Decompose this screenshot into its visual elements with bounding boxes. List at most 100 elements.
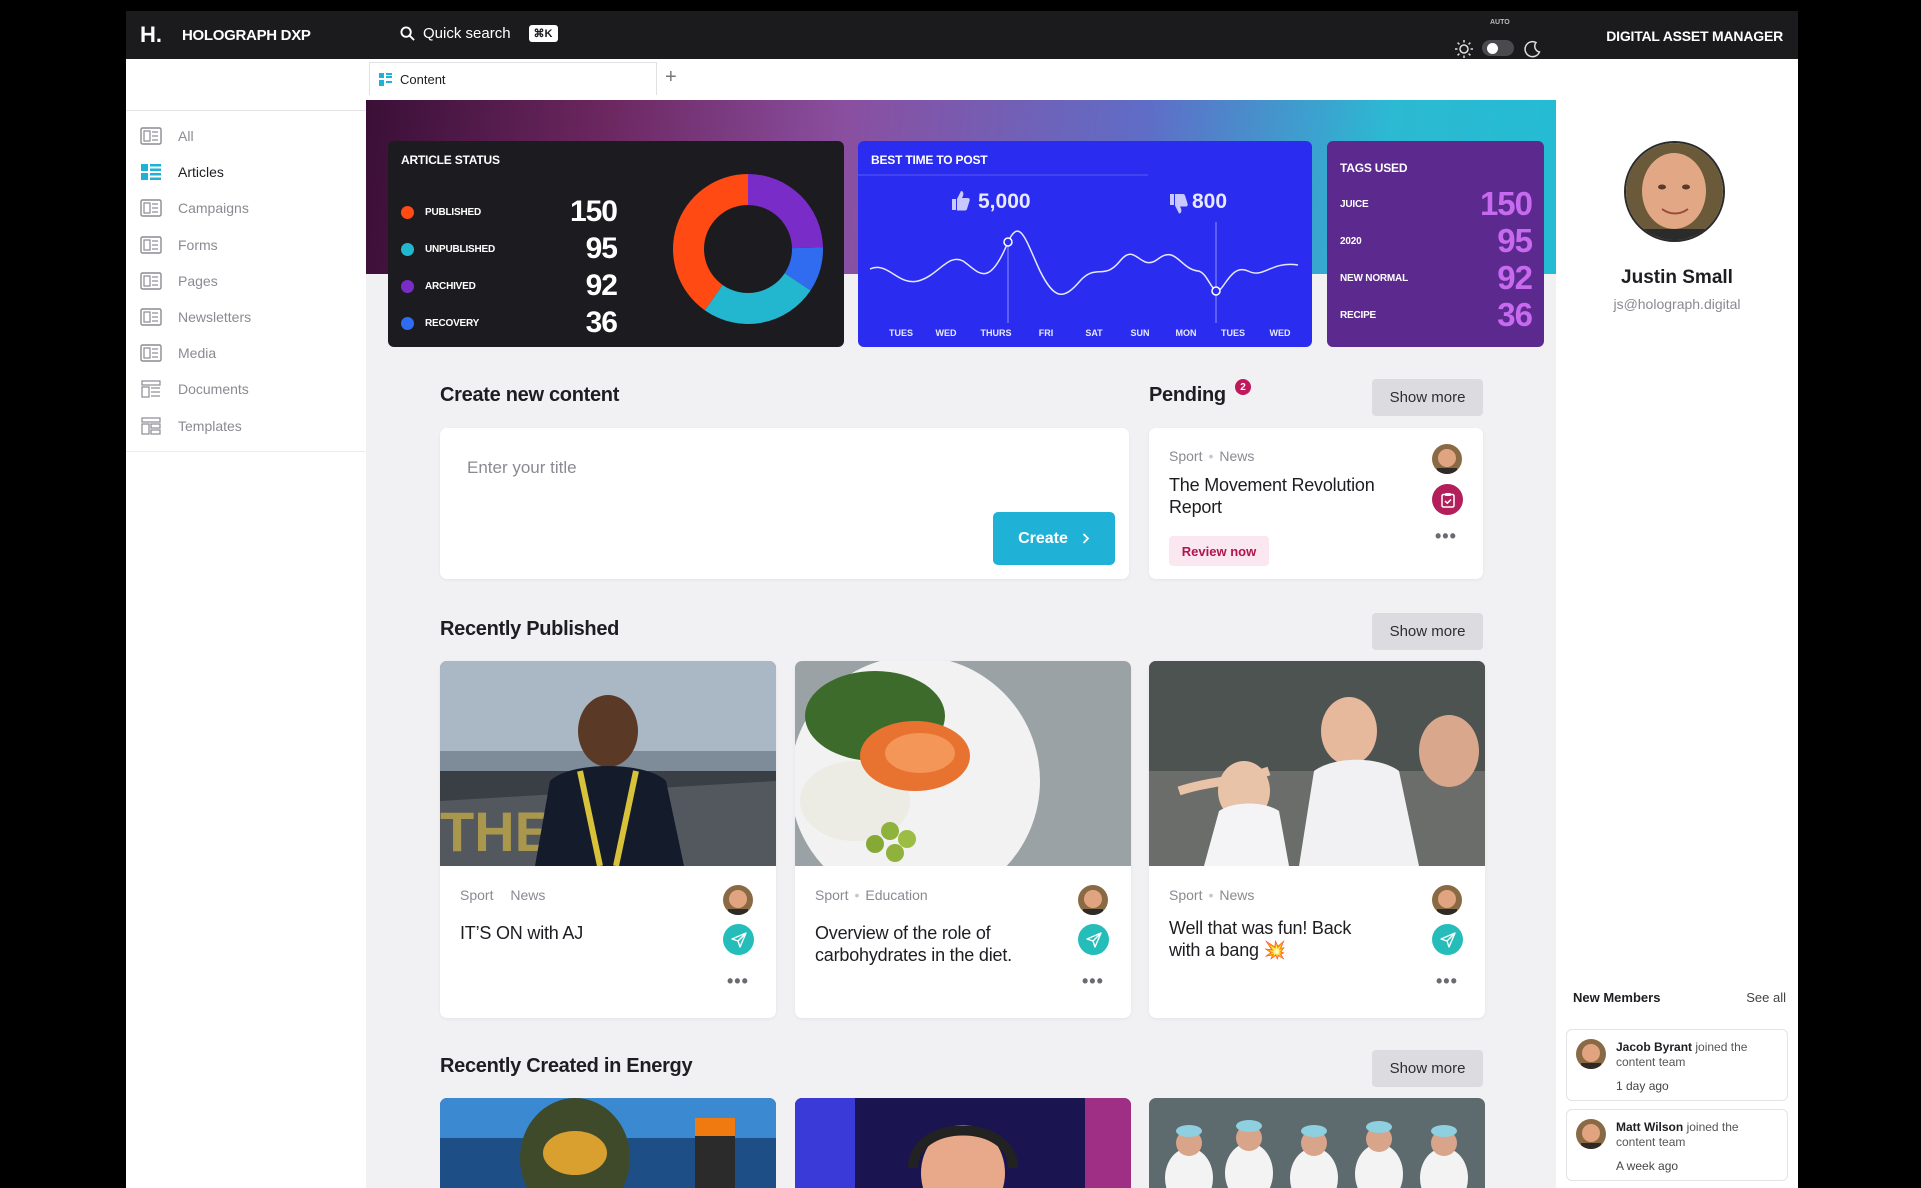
member-item[interactable]: Matt Wilson joined the content team A we… <box>1566 1109 1788 1181</box>
day-label: THURS <box>981 328 1012 338</box>
tag-label: JUICE <box>1340 198 1369 210</box>
more-options-icon[interactable]: ••• <box>1436 971 1458 992</box>
recently-published-show-more-button[interactable]: Show more <box>1372 613 1483 650</box>
more-options-icon[interactable]: ••• <box>1082 971 1104 992</box>
add-tab-button[interactable]: + <box>665 66 677 89</box>
member-avatar <box>1576 1119 1606 1149</box>
energy-card[interactable] <box>795 1098 1131 1188</box>
status-color-dot <box>401 279 414 293</box>
card-category: Sport <box>460 887 494 903</box>
create-button[interactable]: Create <box>993 512 1115 565</box>
moon-icon <box>1524 40 1541 58</box>
donut-slice-unpublished <box>704 273 811 324</box>
recently-created-heading: Recently Created in Energy <box>440 1055 693 1077</box>
sidebar-item-forms[interactable]: Forms <box>140 235 218 254</box>
card-category: Sport <box>1169 887 1203 903</box>
day-label: TUES <box>889 328 913 338</box>
new-members-title: New Members <box>1573 990 1661 1005</box>
published-card[interactable]: THE Sport•News IT’S ON with AJ ••• <box>440 661 776 1018</box>
energy-image-game-drink <box>440 1098 776 1188</box>
publish-send-button[interactable] <box>723 924 754 955</box>
theme-switch[interactable]: AUTO <box>1452 19 1552 58</box>
status-value: 36 <box>585 306 618 339</box>
create-button-label: Create <box>1018 529 1068 547</box>
sidebar-item-label: Pages <box>178 272 218 289</box>
search-icon <box>400 26 415 41</box>
day-label: MON <box>1176 328 1197 338</box>
sidebar-item-newsletters[interactable]: Newsletters <box>140 308 251 326</box>
sidebar-item-label: Newsletters <box>178 309 252 325</box>
sidebar-item-articles[interactable]: Articles <box>140 163 224 181</box>
publish-send-button[interactable] <box>1078 924 1109 955</box>
thumbs-up-icon <box>952 191 970 211</box>
status-label: ARCHIVED <box>425 280 476 292</box>
publish-send-button[interactable] <box>1432 924 1463 955</box>
sidebar-item-pages[interactable]: Pages <box>140 272 218 290</box>
pending-item-tag: News <box>1219 448 1255 464</box>
tab-content[interactable]: Content <box>369 62 657 95</box>
card-title: Well that was fun! Back with a bang 💥 <box>1169 918 1352 960</box>
title-input[interactable] <box>467 458 967 478</box>
pending-item-title: The Movement Revolution Report <box>1169 475 1375 517</box>
create-content-panel: Create <box>440 428 1129 579</box>
list-box-icon <box>140 127 162 145</box>
tag-value: 150 <box>1479 185 1533 222</box>
theme-auto-label: AUTO <box>1490 19 1510 26</box>
thumbs-down-icon <box>1170 194 1188 214</box>
published-card[interactable]: Sport • Education Overview of the role of … <box>795 661 1131 1018</box>
card-meta: Sport•News <box>460 887 545 903</box>
published-card[interactable]: Sport • News Well that was fun! Back with … <box>1149 661 1485 1018</box>
status-label: RECOVERY <box>425 317 480 329</box>
pending-show-more-button[interactable]: Show more <box>1372 379 1483 416</box>
recently-published-heading: Recently Published <box>440 618 620 640</box>
list-box-icon <box>140 308 162 326</box>
review-clipboard-button[interactable] <box>1432 484 1463 515</box>
tags-used-card: TAGS USED JUICE 150 2020 95 NEW NORMAL 92 RECI… <box>1327 141 1544 347</box>
likes-value: 5,000 <box>978 190 1031 213</box>
quick-search-label: Quick search <box>423 25 511 42</box>
send-icon <box>1439 931 1456 948</box>
sidebar-item-media[interactable]: Media <box>140 344 216 362</box>
see-all-link[interactable]: See all <box>1746 990 1786 1005</box>
sidebar-item-documents[interactable]: Documents <box>140 380 249 398</box>
review-now-button[interactable]: Review now <box>1169 536 1269 566</box>
status-label: PUBLISHED <box>425 206 481 218</box>
quick-search-button[interactable]: Quick search ⌘K <box>400 25 558 42</box>
like-point <box>1003 237 1013 247</box>
member-item[interactable]: Jacob Byrant joined the content team 1 d… <box>1566 1029 1788 1101</box>
clipboard-icon <box>1440 492 1455 508</box>
member-avatar <box>1576 1039 1606 1069</box>
profile-avatar[interactable] <box>1624 141 1725 242</box>
day-label: TUES <box>1221 328 1245 338</box>
more-options-icon[interactable]: ••• <box>727 971 749 992</box>
card-title: IT’S ON with AJ <box>460 923 584 943</box>
sidebar-item-all[interactable]: All <box>140 127 194 145</box>
theme-toggle[interactable] <box>1482 40 1514 56</box>
more-options-icon[interactable]: ••• <box>1435 526 1457 547</box>
sidebar-item-templates[interactable]: Templates <box>140 416 242 435</box>
tab-label: Content <box>400 71 446 87</box>
energy-card[interactable] <box>440 1098 776 1188</box>
card-tag: News <box>1219 887 1255 903</box>
sidebar-item-campaigns[interactable]: Campaigns <box>140 199 249 218</box>
author-avatar <box>723 885 753 915</box>
chevron-right-icon <box>1082 533 1090 544</box>
energy-image-gamer <box>795 1098 1131 1188</box>
energy-card[interactable] <box>1149 1098 1485 1188</box>
profile-email: js@holograph.digital <box>1613 296 1741 312</box>
tag-value: 95 <box>1497 222 1533 259</box>
status-label: UNPUBLISHED <box>425 243 496 255</box>
member-name: Jacob Byrant <box>1616 1040 1693 1054</box>
pending-item-card[interactable]: Sport • News The Movement Revolution Repor… <box>1149 428 1483 579</box>
article-image-salmon-bowl <box>795 661 1131 866</box>
tag-value: 92 <box>1497 259 1533 296</box>
status-row-published: PUBLISHED 150 <box>401 195 618 229</box>
brand-name: HOLOGRAPH DXP <box>182 27 311 44</box>
send-icon <box>1085 931 1102 948</box>
logo[interactable]: H. <box>140 22 162 48</box>
day-label: SAT <box>1085 328 1103 338</box>
sidebar-divider <box>126 451 366 452</box>
documents-icon <box>141 380 161 398</box>
profile-photo <box>1626 143 1723 240</box>
recently-created-show-more-button[interactable]: Show more <box>1372 1050 1483 1087</box>
